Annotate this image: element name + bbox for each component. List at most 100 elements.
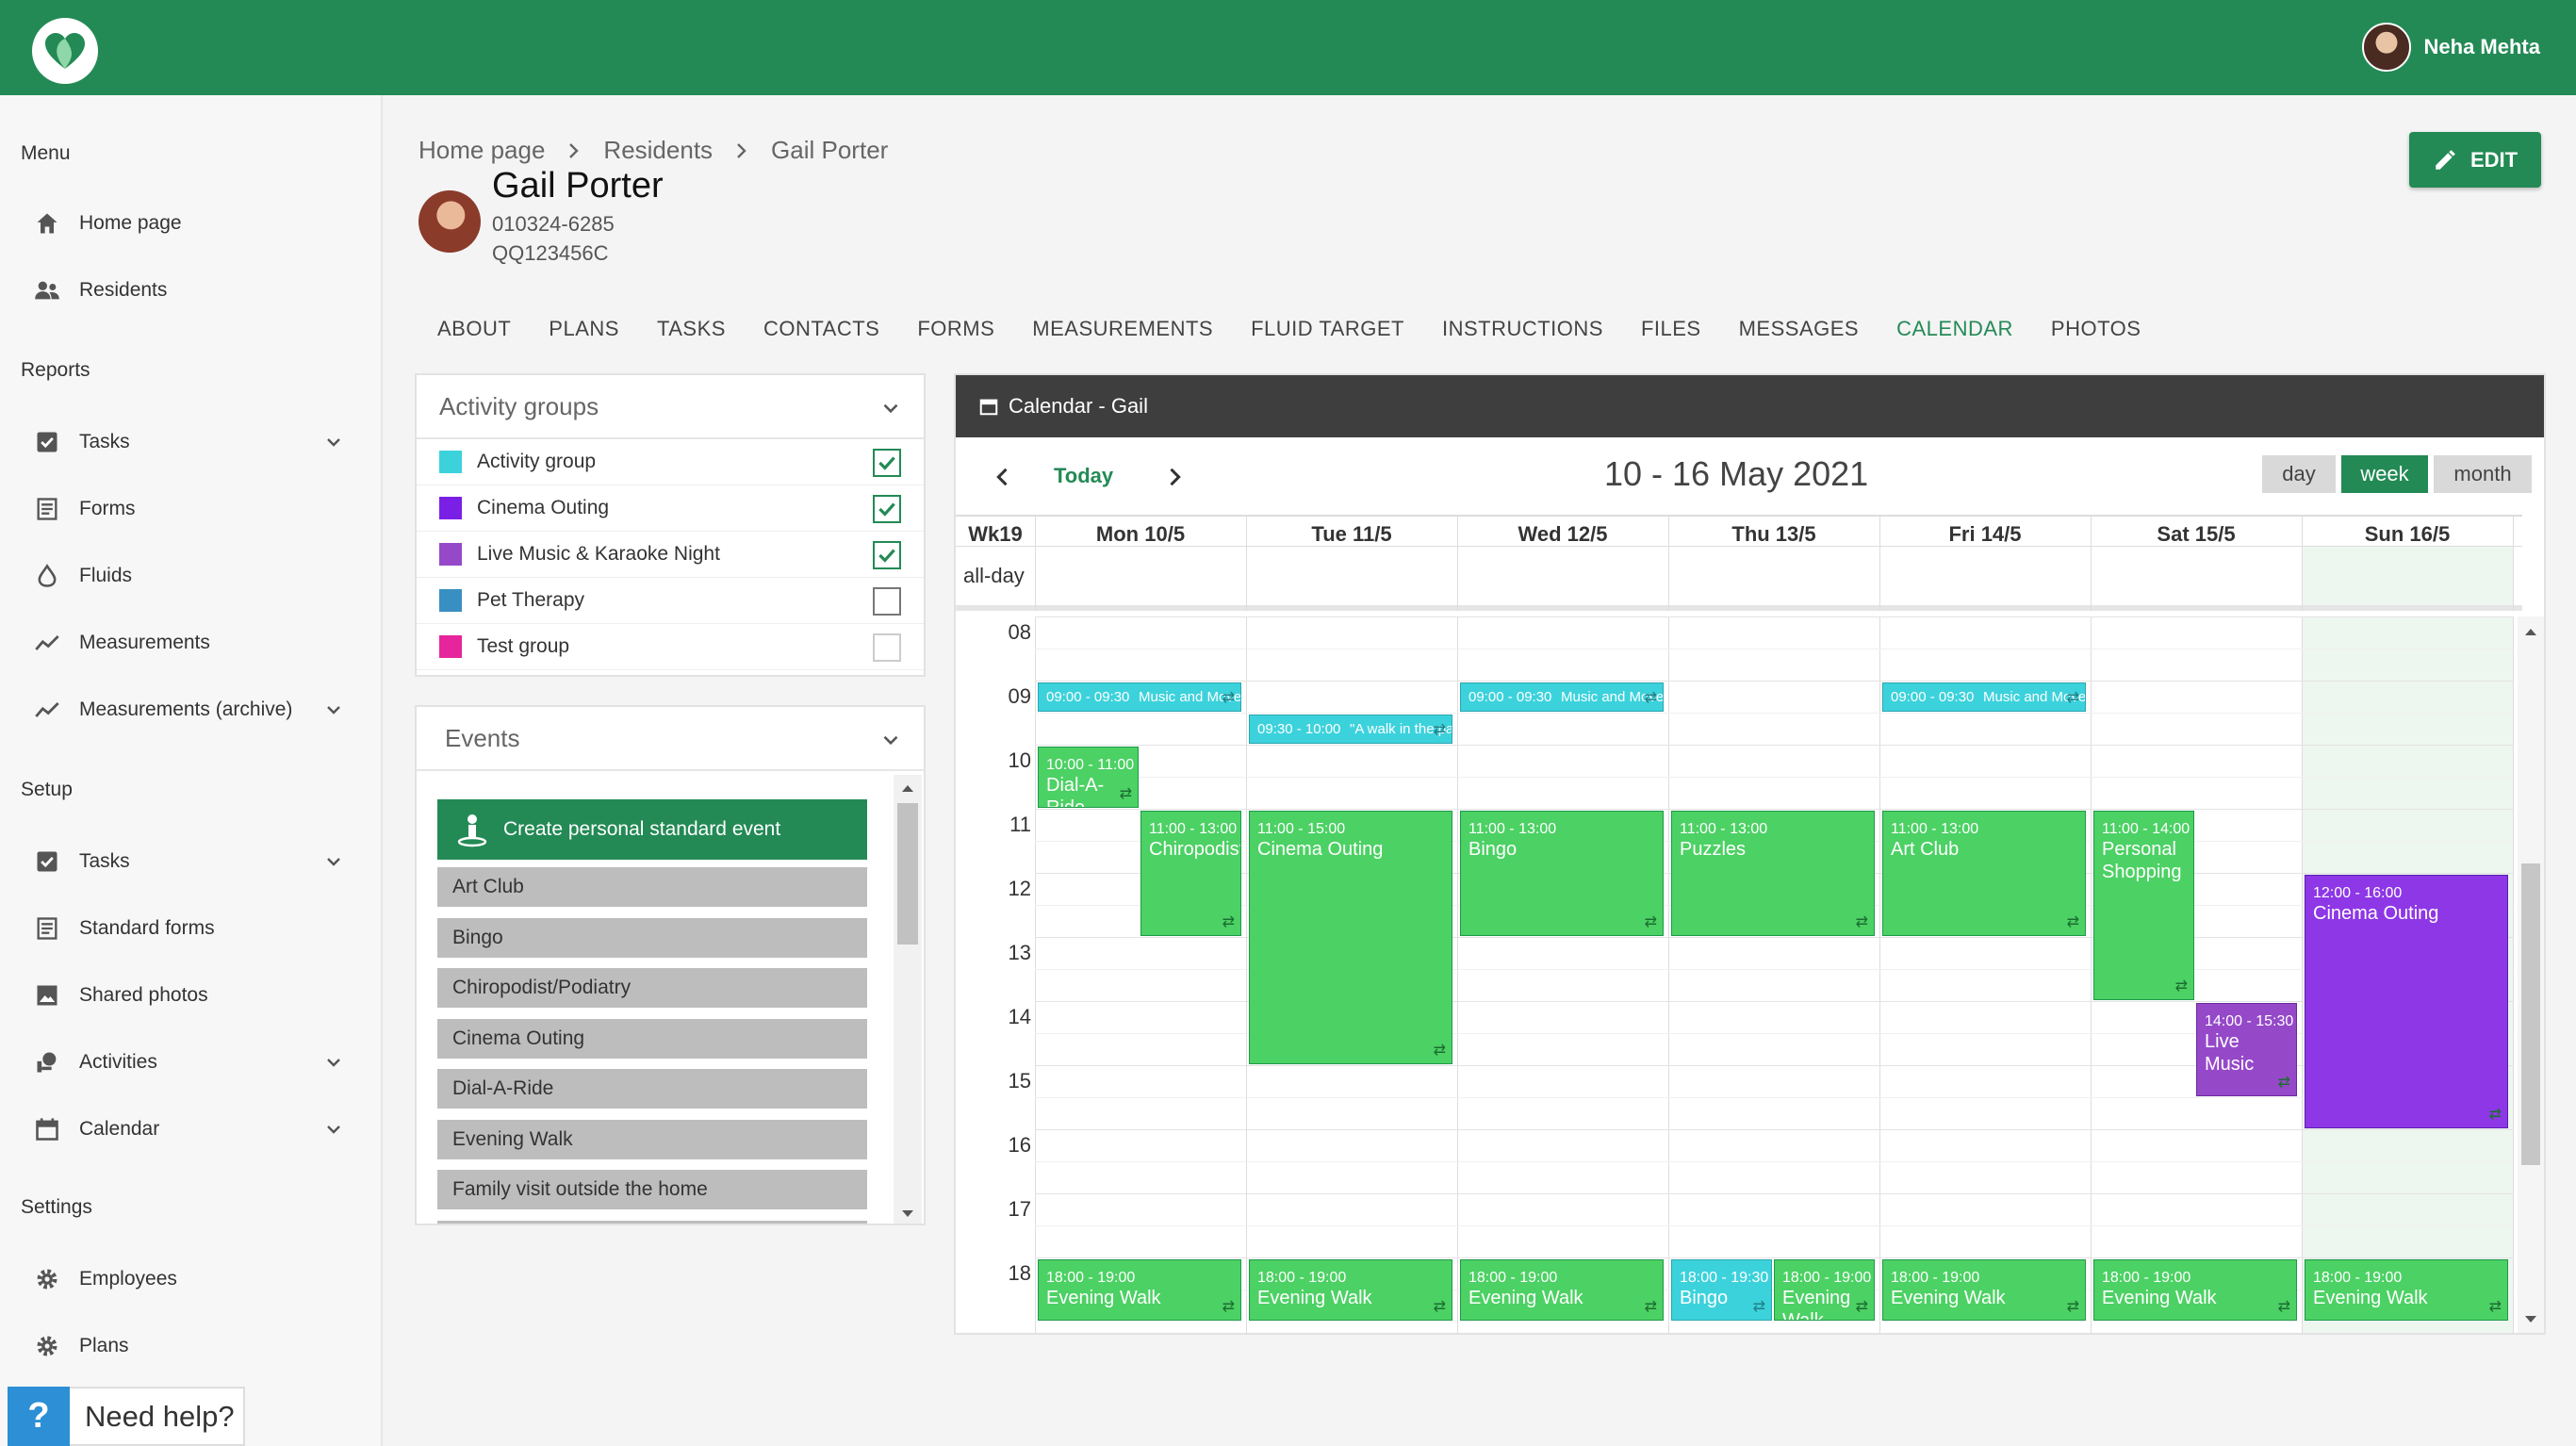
today-button[interactable]: Today: [1054, 464, 1113, 488]
chevron-down-icon[interactable]: [322, 698, 345, 721]
event-template-item[interactable]: Chiropodist/Podiatry: [437, 968, 867, 1008]
calendar-event[interactable]: 11:00 - 13:00 Art Club ⇄: [1882, 811, 2086, 936]
activity-group-row[interactable]: Test group: [417, 624, 924, 670]
event-template-item[interactable]: Family visit outside the home: [437, 1170, 867, 1209]
next-week-icon[interactable]: [1161, 464, 1188, 490]
event-template-item[interactable]: Cinema Outing: [437, 1018, 867, 1059]
calendar-event[interactable]: 09:00 - 09:30Music and Movement⇄: [1460, 682, 1664, 712]
user-menu[interactable]: Neha Mehta: [2361, 23, 2540, 72]
sidebar-item-fluids[interactable]: Fluids: [34, 557, 345, 595]
tab-forms[interactable]: FORMS: [917, 317, 994, 341]
calendar-event[interactable]: 18:00 - 19:00 Evening Walk ⇄: [1038, 1259, 1241, 1321]
calendar-event[interactable]: 11:00 - 13:00 Chiropodist/Podiatry ⇄: [1140, 811, 1241, 936]
sidebar-item-forms[interactable]: Forms: [34, 490, 345, 528]
event-template-item[interactable]: Dial-A-Ride: [437, 1069, 867, 1109]
previous-week-icon[interactable]: [990, 464, 1016, 490]
tab-about[interactable]: ABOUT: [437, 317, 511, 341]
calendar-event[interactable]: 11:00 - 13:00 Puzzles ⇄: [1671, 811, 1875, 936]
sidebar-item-setup-tasks[interactable]: Tasks: [34, 843, 345, 880]
scroll-up-icon[interactable]: [894, 779, 922, 797]
activity-group-row[interactable]: Live Music & Karaoke Night: [417, 532, 924, 578]
sidebar-item-employees[interactable]: Employees: [34, 1260, 345, 1298]
chevron-down-icon[interactable]: [878, 728, 903, 752]
activity-group-checkbox[interactable]: [873, 495, 901, 523]
calendar-event[interactable]: 18:00 - 19:30 Bingo ⇄: [1671, 1259, 1772, 1321]
event-template-item[interactable]: Art Club: [437, 867, 867, 907]
calendar-event[interactable]: 18:00 - 19:00 Evening Walk ⇄: [2305, 1259, 2508, 1321]
event-template-item[interactable]: Bingo: [437, 917, 867, 958]
view-week-button[interactable]: week: [2341, 455, 2428, 493]
calendar-event[interactable]: 09:30 - 10:00"A walk in the park"⇄: [1249, 715, 1452, 744]
calendar-event[interactable]: 11:00 - 14:00 Personal Shopping ⇄: [2093, 811, 2194, 1000]
event-template-item[interactable]: Evening Walk: [437, 1119, 867, 1159]
calendar-event[interactable]: 11:00 - 13:00 Bingo ⇄: [1460, 811, 1664, 936]
sidebar-item-shared-photos[interactable]: Shared photos: [34, 977, 345, 1014]
chevron-down-icon[interactable]: [322, 1051, 345, 1074]
activity-group-checkbox[interactable]: [873, 449, 901, 477]
calendar-event[interactable]: 14:00 - 15:30 Live Music ⇄: [2196, 1003, 2297, 1096]
calendar-event[interactable]: 18:00 - 19:00 Evening Walk ⇄: [1882, 1259, 2086, 1321]
tab-measurements[interactable]: MEASUREMENTS: [1032, 317, 1213, 341]
chevron-down-icon[interactable]: [322, 431, 345, 453]
activity-group-row[interactable]: Activity group: [417, 439, 924, 485]
calendar-event[interactable]: 09:00 - 09:30Music and Movement⇄: [1882, 682, 2086, 712]
tab-contacts[interactable]: CONTACTS: [763, 317, 879, 341]
view-day-button[interactable]: day: [2262, 455, 2336, 493]
sidebar-item-plans[interactable]: Plans: [34, 1327, 345, 1365]
tab-fluid-target[interactable]: FLUID TARGET: [1251, 317, 1404, 341]
calendar-scroll-thumb[interactable]: [2521, 863, 2540, 1165]
scroll-down-icon[interactable]: [2518, 1310, 2544, 1329]
activity-groups-header[interactable]: Activity groups: [417, 375, 924, 439]
breadcrumb-residents[interactable]: Residents: [603, 136, 713, 165]
calendar-event[interactable]: 18:00 - 19:00 Evening Walk ⇄: [2093, 1259, 2297, 1321]
activity-group-checkbox[interactable]: [873, 587, 901, 616]
calendar-event[interactable]: 18:00 - 19:00 Evening Walk ⇄: [1774, 1259, 1875, 1321]
calendar-scrollbar[interactable]: [2518, 616, 2544, 1333]
tab-instructions[interactable]: INSTRUCTIONS: [1442, 317, 1603, 341]
sidebar-item-calendar[interactable]: Calendar: [34, 1110, 345, 1148]
sidebar-item-residents[interactable]: Residents: [34, 271, 345, 309]
chevron-down-icon[interactable]: [322, 850, 345, 873]
calendar-event[interactable]: 18:00 - 19:00 Evening Walk ⇄: [1460, 1259, 1664, 1321]
sidebar-item-measurements[interactable]: Measurements: [34, 624, 345, 662]
events-scroll-thumb[interactable]: [897, 803, 918, 945]
tab-files[interactable]: FILES: [1641, 317, 1701, 341]
edit-button[interactable]: EDIT: [2409, 132, 2541, 188]
scroll-up-icon[interactable]: [2518, 622, 2544, 641]
tab-photos[interactable]: PHOTOS: [2051, 317, 2141, 341]
chevron-down-icon[interactable]: [878, 396, 903, 420]
event-template-item-partial[interactable]: [437, 1221, 867, 1224]
scroll-down-icon[interactable]: [894, 1205, 922, 1224]
activity-group-checkbox[interactable]: [873, 633, 901, 662]
events-header[interactable]: Events: [417, 707, 924, 771]
activity-group-row[interactable]: Cinema Outing: [417, 485, 924, 532]
hour-label: 15: [1008, 1069, 1031, 1093]
create-personal-event-button[interactable]: Create personal standard event: [437, 799, 867, 860]
calendar-event[interactable]: 10:00 - 11:00 Dial-A-Ride ⇄: [1038, 747, 1139, 808]
sidebar-item-tasks[interactable]: Tasks: [34, 423, 345, 461]
chevron-down-icon[interactable]: [322, 1118, 345, 1141]
events-scrollbar[interactable]: [894, 775, 922, 1224]
tab-plans[interactable]: PLANS: [549, 317, 619, 341]
app-logo[interactable]: [32, 18, 98, 84]
sidebar-item-measurements-archive[interactable]: Measurements (archive): [34, 691, 345, 729]
calendar-event[interactable]: 09:00 - 09:30Music and Movement⇄: [1038, 682, 1241, 712]
tab-messages[interactable]: MESSAGES: [1739, 317, 1859, 341]
calendar-event[interactable]: 12:00 - 16:00 Cinema Outing ⇄: [2305, 875, 2508, 1128]
need-help-button[interactable]: ? Need help?: [8, 1387, 245, 1446]
breadcrumb-home[interactable]: Home page: [418, 136, 545, 165]
calendar-event[interactable]: 18:00 - 19:00 Evening Walk ⇄: [1249, 1259, 1452, 1321]
tab-tasks[interactable]: TASKS: [657, 317, 726, 341]
menu-section-title: Menu: [21, 142, 71, 164]
calendar-event[interactable]: 11:00 - 15:00 Cinema Outing ⇄: [1249, 811, 1452, 1064]
view-month-button[interactable]: month: [2434, 455, 2532, 493]
time-grid[interactable]: 08 09 10 11 12 13 14 15 16 17 18 09:00 - 09:30 Music…: [956, 616, 2522, 1333]
sidebar-item-activities[interactable]: Activities: [34, 1043, 345, 1081]
day-column-divider: [1246, 515, 1247, 611]
sidebar-item-standard-forms[interactable]: Standard forms: [34, 910, 345, 947]
activity-group-checkbox[interactable]: [873, 541, 901, 569]
sidebar-item-label: Home page: [79, 212, 182, 234]
sidebar-item-home-page[interactable]: Home page: [34, 205, 345, 242]
activity-group-row[interactable]: Pet Therapy: [417, 578, 924, 624]
tab-calendar[interactable]: CALENDAR: [1896, 317, 2013, 341]
